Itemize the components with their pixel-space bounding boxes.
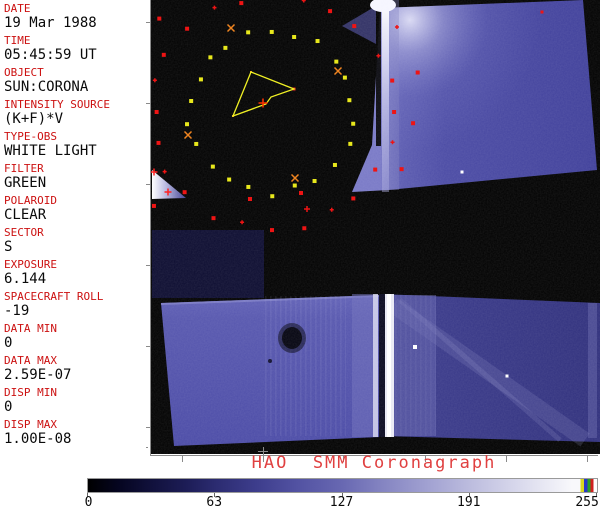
mid-red-ring-dot [352,24,357,29]
metadata-field-exposure: EXPOSURE 6.144 [0,256,146,288]
inner-yellow-ring-dot [246,30,251,35]
mid-red-ring-dot [156,140,161,145]
field-label: FILTER [4,162,44,175]
metadata-field-sector: SECTOR S [0,224,146,256]
field-label: DISP MAX [4,418,57,431]
field-value: 2.59E-07 [4,367,72,383]
outer-red-ring-dot [157,16,162,21]
inner-yellow-ring-dot [270,194,275,199]
field-value: 19 Mar 1988 [4,15,97,31]
film-grain [151,0,600,454]
metadata-field-spacecraft-roll: SPACECRAFT ROLL -19 [0,288,146,320]
field-label: DISP MIN [4,386,57,399]
inner-yellow-ring-dot [292,183,297,188]
outer-red-ring-dot [399,167,404,172]
mid-red-ring-dot [373,167,378,172]
metadata-field-intensity-source: INTENSITY SOURCE (K+F)*V [0,96,146,128]
mid-red-ring-dot [211,216,216,221]
inner-yellow-ring-dot [210,164,215,169]
metadata-field-disp-min: DISP MIN 0 [0,384,146,416]
field-value: 0 [4,335,13,351]
star-point [460,170,464,174]
star-point [413,345,417,349]
outer-red-ring-dot [411,121,416,126]
metadata-field-filter: FILTER GREEN [0,160,146,192]
metadata-field-date: DATE 19 Mar 1988 [0,0,146,32]
field-label: POLAROID [4,194,57,207]
inner-yellow-ring-dot [198,77,203,82]
mid-red-ring-dot [182,190,187,195]
inner-yellow-ring-dot [312,179,317,184]
field-label: INTENSITY SOURCE [4,98,110,111]
metadata-field-data-min: DATA MIN 0 [0,320,146,352]
inner-yellow-ring-dot [315,39,320,44]
colorbar [87,478,598,493]
colorbar-tick-label: 191 [457,495,481,510]
metadata-field-data-max: DATA MAX 2.59E-07 [0,352,146,384]
field-value: S [4,239,13,255]
field-label: TYPE-OBS [4,130,57,143]
inner-yellow-ring-dot [227,177,232,182]
inner-yellow-ring-dot [194,141,199,146]
metadata-panel: DATE 19 Mar 1988 TIME 05:45:59 UT OBJECT SUN:… [0,0,146,448]
inner-yellow-ring-dot [223,45,228,50]
inner-yellow-ring-dot [351,121,356,126]
outer-red-ring-dot [151,203,156,208]
inner-yellow-ring-dot [334,59,339,64]
colorbar-tick-label: 127 [329,495,354,510]
mid-red-ring-dot [239,1,244,6]
outer-red-ring-dot [415,70,420,75]
metadata-field-type-obs: TYPE-OBS WHITE LIGHT [0,128,146,160]
mid-red-ring-dot [161,52,166,57]
field-value: 6.144 [4,271,47,287]
metadata-field-object: OBJECT SUN:CORONA [0,64,146,96]
inner-yellow-ring-dot [246,184,251,189]
mid-red-ring-dot [302,226,307,231]
field-value: SUN:CORONA [4,79,89,95]
field-value: GREEN [4,175,47,191]
field-value: (K+F)*V [4,111,64,127]
inner-yellow-ring-dot [348,141,353,146]
field-label: OBJECT [4,66,44,79]
field-label: DATA MAX [4,354,57,367]
field-label: SPACECRAFT ROLL [4,290,104,303]
mid-red-ring-dot [392,110,397,114]
star-point [505,374,509,378]
inner-yellow-ring-dot [332,162,337,167]
field-label: DATE [4,2,31,15]
inner-yellow-ring-dot [342,75,347,80]
mid-red-ring-dot [185,26,190,31]
field-value: -19 [4,303,30,319]
fiducial-square [248,197,252,201]
field-value: 0 [4,399,13,415]
field-label: EXPOSURE [4,258,57,271]
mid-red-ring-dot [154,110,159,114]
colorbar-tick-label: 63 [206,495,223,510]
mid-red-ring-dot [390,78,395,83]
fiducial-square [299,191,303,195]
field-label: DATA MIN [4,322,57,335]
field-value: CLEAR [4,207,47,223]
field-value: 1.00E-08 [4,431,72,447]
colorbar-tick-label: 255 [575,495,599,510]
instrument-title: HAO SMM Coronagraph [251,453,497,473]
field-value: WHITE LIGHT [4,143,97,159]
field-label: SECTOR [4,226,44,239]
inner-yellow-ring-dot [189,99,194,104]
metadata-field-polaroid: POLAROID CLEAR [0,192,146,224]
inner-yellow-ring-dot [185,122,190,127]
field-value: 05:45:59 UT [4,47,97,63]
inner-yellow-ring-dot [292,35,297,40]
mid-red-ring-dot [270,228,274,233]
field-label: TIME [4,34,31,47]
mid-red-ring-dot [351,196,356,201]
inner-yellow-ring-dot [347,98,352,103]
fiducial-square [540,10,544,14]
colorbar-tick-label: 0 [84,495,93,510]
metadata-field-disp-max: DISP MAX 1.00E-08 [0,416,146,448]
inner-yellow-ring-dot [269,29,274,34]
metadata-field-time: TIME 05:45:59 UT [0,32,146,64]
mid-red-ring-dot [328,9,333,14]
inner-yellow-ring-dot [208,55,213,60]
